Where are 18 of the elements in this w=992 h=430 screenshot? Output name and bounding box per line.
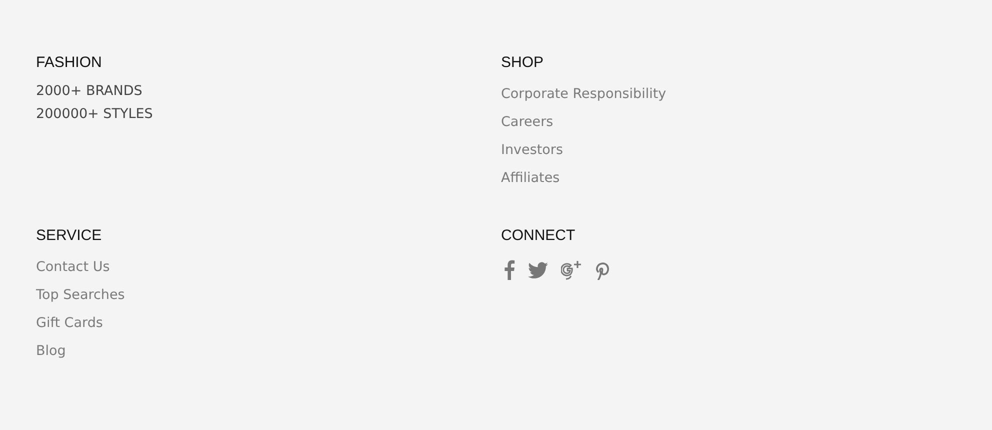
f-letter-icon[interactable]: [504, 260, 515, 280]
footer-link[interactable]: Blog: [36, 337, 66, 365]
stat-text: 200000+ STYLES: [36, 105, 153, 124]
footer-link[interactable]: Gift Cards: [36, 309, 103, 337]
footer-link[interactable]: Top Searches: [36, 281, 125, 309]
footer-link[interactable]: Investors: [501, 136, 564, 164]
section-heading: SHOP: [501, 53, 545, 73]
section-heading: FASHION: [36, 53, 103, 73]
section-heading: SERVICE: [36, 226, 103, 246]
p-letter-icon[interactable]: [595, 260, 610, 280]
section-heading: CONNECT: [501, 226, 576, 246]
footer-link[interactable]: Corporate Responsibility: [501, 80, 666, 108]
footer-link[interactable]: Careers: [501, 108, 554, 136]
footer-link[interactable]: Contact Us: [36, 253, 110, 281]
g-plus-icon[interactable]: [561, 260, 582, 280]
stat-text: 2000+ BRANDS: [36, 82, 142, 101]
footer-link[interactable]: Affiliates: [501, 164, 560, 192]
bird-icon[interactable]: [528, 262, 548, 278]
